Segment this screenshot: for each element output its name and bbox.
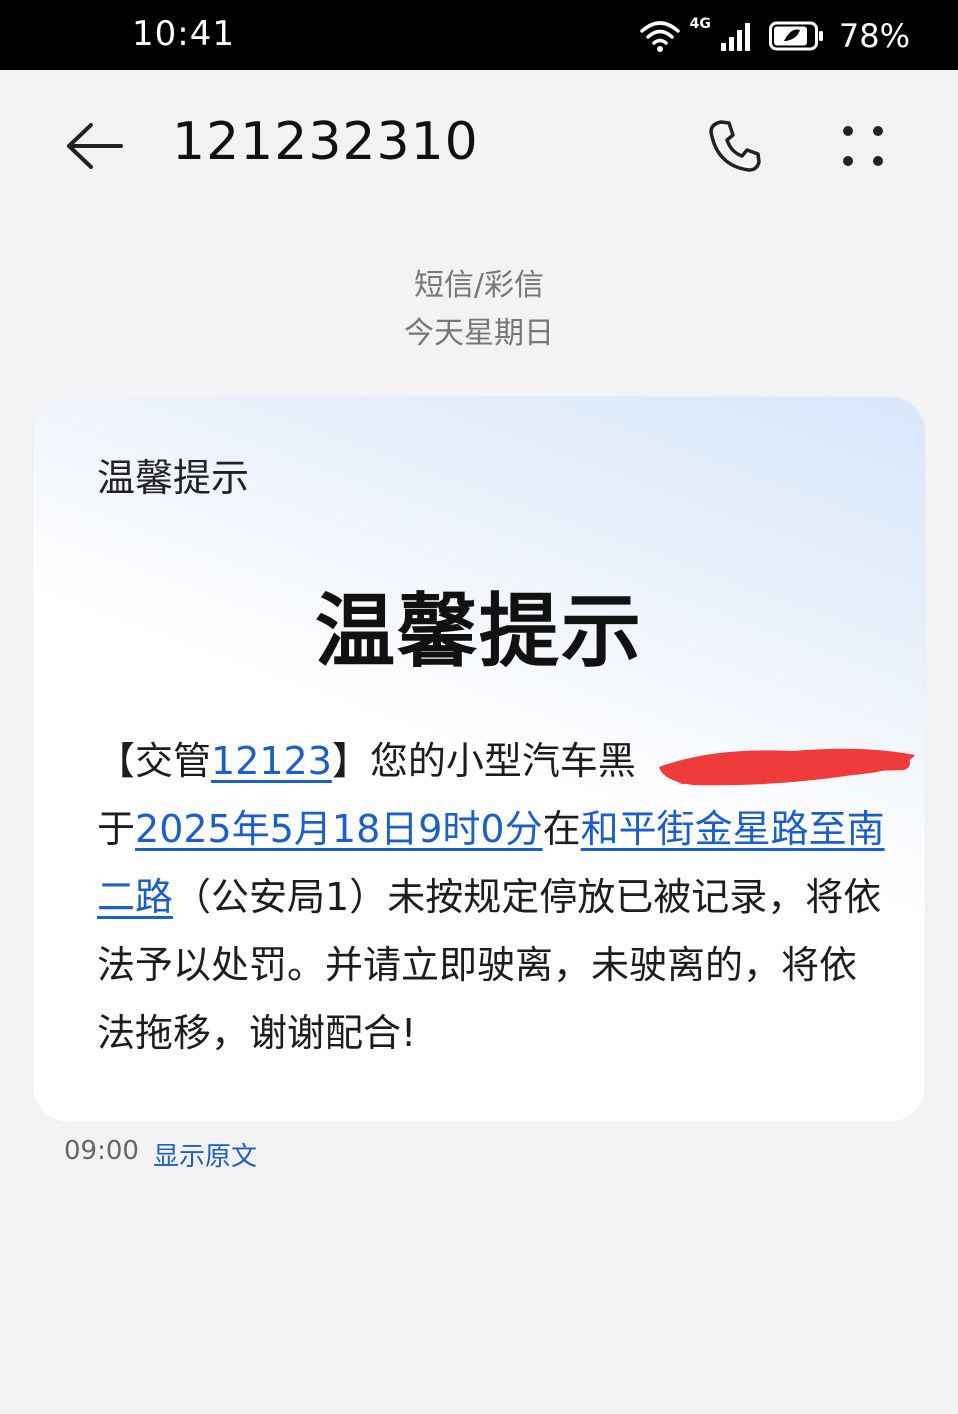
body-text-1: 【交管 xyxy=(97,739,212,783)
message-footer: 09:00 显示原文 xyxy=(64,1136,257,1173)
body-text-2: 】您的小型汽车黑 xyxy=(331,739,636,783)
conversation-header: 121232310 xyxy=(0,70,958,230)
more-dots-icon xyxy=(843,126,883,166)
status-icons: 4G 78% xyxy=(639,14,910,58)
status-bar: 10:41 4G 78% xyxy=(0,0,958,70)
body-text-4: 在 xyxy=(542,807,581,851)
redaction-mark xyxy=(659,748,915,786)
phone-icon xyxy=(709,120,761,172)
contact-number: 121232310 xyxy=(172,112,479,172)
body-text-3: 于 xyxy=(97,807,136,851)
more-button[interactable] xyxy=(828,114,898,178)
message-date: 今天星期日 xyxy=(404,316,554,351)
message-type: 短信/彩信 xyxy=(413,268,545,303)
call-button[interactable] xyxy=(700,114,770,178)
status-time: 10:41 xyxy=(132,14,235,54)
wifi-icon xyxy=(639,21,680,52)
back-arrow-icon xyxy=(67,123,123,169)
battery-percentage: 78% xyxy=(838,17,910,55)
body-text-5: （公安局1）未按规定停放已被记录，将依法予以处罚。并请立即驶离，未驶离的，将依法… xyxy=(97,875,882,1055)
message-time: 09:00 xyxy=(64,1136,139,1166)
card-label: 温馨提示 xyxy=(97,456,250,500)
card-heading: 温馨提示 xyxy=(315,585,643,678)
back-button[interactable] xyxy=(60,114,130,178)
link-12123[interactable]: 12123 xyxy=(211,739,332,783)
link-datetime[interactable]: 2025年5月18日9时0分 xyxy=(135,807,543,851)
battery-icon xyxy=(768,21,823,51)
signal-icon xyxy=(720,23,750,51)
message-meta: 短信/彩信 今天星期日 xyxy=(0,262,958,358)
message-card[interactable]: 温馨提示 温馨提示 【交管12123】您的小型汽车黑于2025年5月18日9时0… xyxy=(33,397,925,1122)
network-type: 4G xyxy=(689,16,711,32)
show-original-link[interactable]: 显示原文 xyxy=(153,1136,257,1173)
